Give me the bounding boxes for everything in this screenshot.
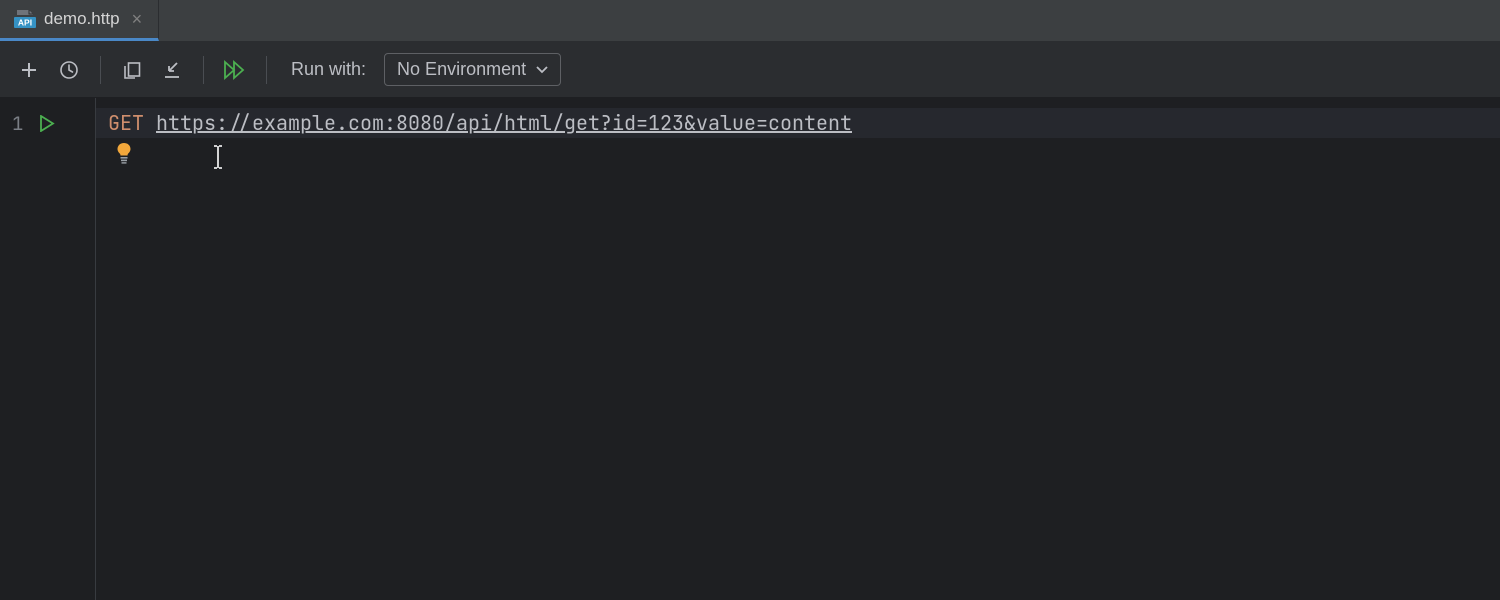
plus-icon: [20, 61, 38, 79]
file-tab[interactable]: API demo.http ×: [0, 0, 159, 41]
caret-icon: [211, 144, 225, 170]
toolbar-separator: [100, 56, 101, 84]
run-all-button[interactable]: [218, 53, 252, 87]
http-method: GET: [108, 110, 144, 136]
history-button[interactable]: [52, 53, 86, 87]
run-icon[interactable]: [40, 115, 55, 132]
run-all-icon: [224, 60, 246, 80]
svg-text:API: API: [18, 18, 32, 28]
text-cursor: [211, 144, 225, 176]
tab-bar: API demo.http ×: [0, 0, 1500, 42]
gutter-row: 1: [0, 108, 95, 138]
chevron-down-icon: [536, 66, 548, 74]
intention-bulb[interactable]: [116, 142, 132, 164]
toolbar-separator: [266, 56, 267, 84]
api-file-icon: API: [14, 9, 36, 29]
code-line[interactable]: GET https://example.com:8080/api/html/ge…: [96, 108, 1500, 138]
code-area[interactable]: GET https://example.com:8080/api/html/ge…: [96, 98, 1500, 600]
space: [144, 110, 156, 136]
toolbar: Run with: No Environment: [0, 42, 1500, 98]
gutter: 1: [0, 98, 96, 600]
line-number: 1: [12, 111, 26, 136]
environment-value: No Environment: [397, 59, 526, 80]
add-button[interactable]: [12, 53, 46, 87]
tab-filename: demo.http: [44, 9, 120, 29]
editor[interactable]: 1 GET https://example.com:8080/api/html/…: [0, 98, 1500, 600]
import-button[interactable]: [155, 53, 189, 87]
lightbulb-icon: [116, 142, 132, 164]
import-icon: [162, 60, 182, 80]
http-url: https://example.com:8080/api/html/get?id…: [156, 110, 852, 136]
close-icon[interactable]: ×: [128, 10, 147, 28]
environment-select[interactable]: No Environment: [384, 53, 561, 86]
clock-icon: [59, 60, 79, 80]
examples-button[interactable]: [115, 53, 149, 87]
toolbar-separator: [203, 56, 204, 84]
run-with-label: Run with:: [291, 59, 366, 80]
copy-icon: [122, 60, 142, 80]
